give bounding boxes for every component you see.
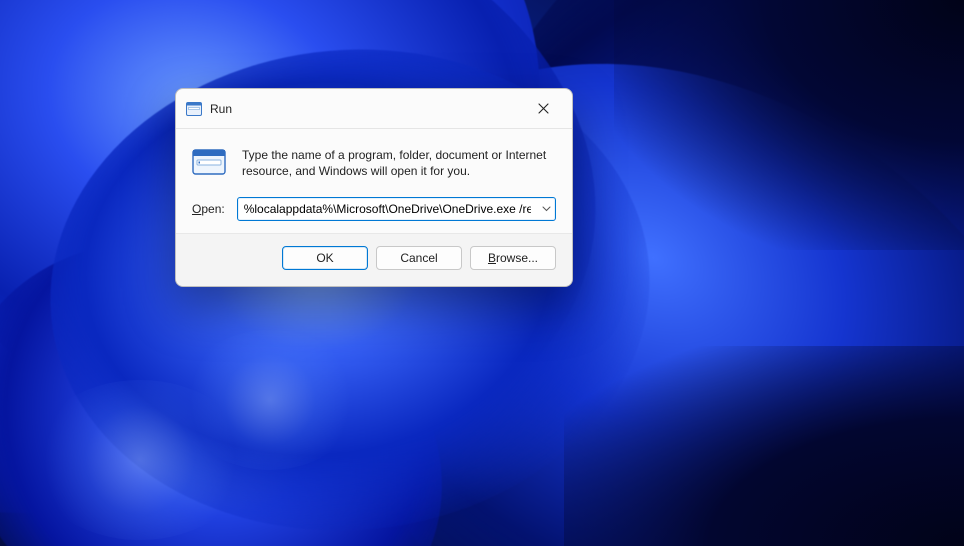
run-dialog: Run Type the name of a program, folder, …: [175, 88, 573, 287]
close-icon: [538, 103, 549, 114]
run-icon: [186, 101, 202, 117]
close-button[interactable]: [524, 94, 562, 124]
titlebar: Run: [176, 89, 572, 129]
chevron-down-icon[interactable]: [537, 206, 555, 212]
open-label: Open:: [192, 202, 225, 216]
ok-button[interactable]: OK: [282, 246, 368, 270]
browse-button[interactable]: Browse...: [470, 246, 556, 270]
open-combobox[interactable]: [237, 197, 556, 221]
cancel-button[interactable]: Cancel: [376, 246, 462, 270]
dialog-description: Type the name of a program, folder, docu…: [242, 147, 556, 179]
run-large-icon: [192, 149, 226, 175]
open-input[interactable]: [238, 202, 537, 216]
button-row: OK Cancel Browse...: [176, 233, 572, 286]
dialog-title: Run: [210, 102, 232, 116]
